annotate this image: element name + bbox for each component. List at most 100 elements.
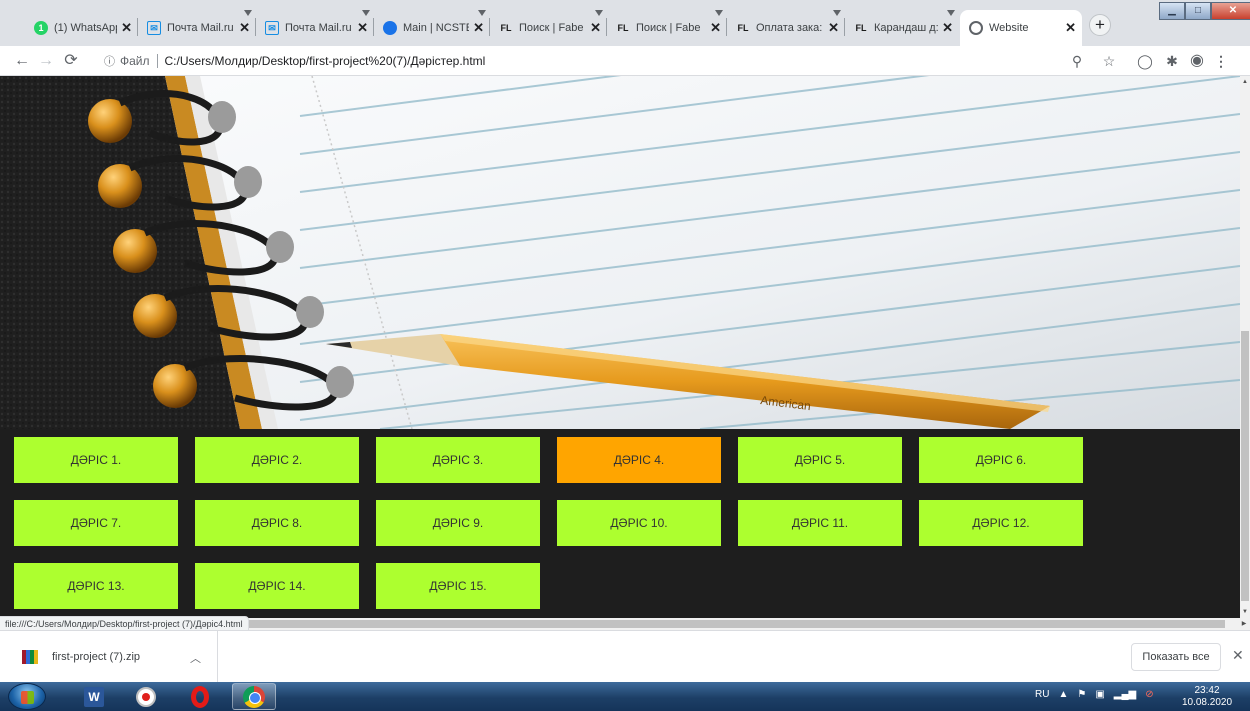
tab-mail-2[interactable]: ✉ Почта Mail.ru ✕ <box>256 10 374 46</box>
lesson-button-8[interactable]: ДӘРІС 8. <box>195 500 359 546</box>
tab-ncste[interactable]: Main | NCSTE ✕ <box>374 10 490 46</box>
download-shelf: first-project (7).zip ︿ Показать все ✕ <box>0 630 1250 683</box>
address-bar[interactable]: ⓘ Файл C:/Users/Молдир/Desktop/first-pro… <box>104 51 485 71</box>
scroll-up-arrow-icon[interactable]: ▲ <box>1240 76 1250 88</box>
profile-avatar-icon[interactable]: ◉ <box>1186 50 1208 72</box>
fl-icon: FL <box>855 23 867 33</box>
close-tab-icon[interactable]: ✕ <box>473 20 484 36</box>
language-indicator[interactable]: RU <box>1035 689 1049 700</box>
attention-indicator-icon <box>478 10 486 16</box>
tab-title: Карандаш д: <box>874 22 939 34</box>
vertical-scrollbar[interactable]: ▲ ▼ <box>1240 76 1250 618</box>
fl-icon: FL <box>737 23 749 33</box>
new-tab-button[interactable]: + <box>1089 14 1111 36</box>
notebook-pencil-illustration: American <box>0 76 1240 429</box>
maximize-window-icon[interactable]: □ <box>1185 2 1211 20</box>
tab-mail-1[interactable]: ✉ Почта Mail.ru ✕ <box>138 10 256 46</box>
lesson-button-4[interactable]: ДӘРІС 4. <box>557 437 721 483</box>
close-tab-icon[interactable]: ✕ <box>710 20 721 36</box>
clock-time: 23:42 <box>1194 685 1220 696</box>
menu-kebab-icon[interactable]: ⋮ <box>1210 50 1232 72</box>
tab-fabe-2[interactable]: FL Поиск | Fabe ✕ <box>607 10 727 46</box>
volume-muted-icon[interactable]: ⊘ <box>1145 689 1153 700</box>
back-arrow-icon[interactable]: ← <box>11 50 33 72</box>
reload-icon[interactable]: ⟳ <box>60 50 82 72</box>
close-window-icon[interactable]: ✕ <box>1211 2 1250 20</box>
record-icon <box>136 686 156 707</box>
taskbar-recorder[interactable] <box>124 683 168 710</box>
info-circle-icon[interactable]: ⓘ <box>104 53 115 69</box>
forward-arrow-icon[interactable]: → <box>35 50 57 72</box>
tab-fabe-1[interactable]: FL Поиск | Fabe ✕ <box>490 10 607 46</box>
close-tab-icon[interactable]: ✕ <box>828 20 839 36</box>
tab-payment[interactable]: FL Оплата зака: ✕ <box>727 10 845 46</box>
close-tab-icon[interactable]: ✕ <box>1065 20 1076 36</box>
download-item[interactable]: first-project (7).zip ︿ <box>0 631 218 683</box>
lesson-grid: ДӘРІС 1. ДӘРІС 2. ДӘРІС 3. ДӘРІС 4. ДӘРІ… <box>0 429 1240 618</box>
close-shelf-icon[interactable]: ✕ <box>1232 647 1244 664</box>
lesson-button-5[interactable]: ДӘРІС 5. <box>738 437 902 483</box>
lesson-button-6[interactable]: ДӘРІС 6. <box>919 437 1083 483</box>
lesson-button-2[interactable]: ДӘРІС 2. <box>195 437 359 483</box>
network-signal-icon[interactable]: ▂▄▆ <box>1114 689 1136 700</box>
chevron-up-icon[interactable]: ︿ <box>190 650 201 666</box>
attention-indicator-icon <box>833 10 841 16</box>
tab-strip: 1 (1) WhatsApp ✕ ✉ Почта Mail.ru ✕ ✉ Поч… <box>0 0 1250 46</box>
lesson-button-7[interactable]: ДӘРІС 7. <box>14 500 178 546</box>
tab-pencil[interactable]: FL Карандаш д: ✕ <box>845 10 959 46</box>
lesson-button-3[interactable]: ДӘРІС 3. <box>376 437 540 483</box>
extensions-puzzle-icon[interactable]: ✱ <box>1161 50 1183 72</box>
lesson-button-12[interactable]: ДӘРІС 12. <box>919 500 1083 546</box>
mail-icon: ✉ <box>265 21 279 35</box>
tab-title: Почта Mail.ru <box>167 22 234 34</box>
lesson-button-15[interactable]: ДӘРІС 15. <box>376 563 540 609</box>
whatsapp-icon: 1 <box>34 21 48 35</box>
fl-icon: FL <box>617 23 629 33</box>
extension-circle-icon[interactable]: ◯ <box>1134 50 1156 72</box>
close-tab-icon[interactable]: ✕ <box>121 20 132 36</box>
lesson-button-10[interactable]: ДӘРІС 10. <box>557 500 721 546</box>
action-center-flag-icon[interactable]: ⚑ <box>1077 689 1086 700</box>
device-icon[interactable]: ▣ <box>1095 689 1104 700</box>
page-viewport: American ДӘРІС 1. ДӘРІС 2. ДӘРІС 3. ДӘРІ… <box>0 76 1240 618</box>
scroll-right-arrow-icon[interactable]: ▶ <box>1238 618 1250 630</box>
url-text[interactable]: C:/Users/Молдир/Desktop/first-project%20… <box>165 54 486 68</box>
word-icon: W <box>84 686 104 707</box>
minimize-window-icon[interactable]: ▁ <box>1159 2 1185 20</box>
show-all-downloads-button[interactable]: Показать все <box>1131 643 1221 671</box>
tab-title: Оплата зака: <box>756 22 823 34</box>
tab-title: Поиск | Fabe <box>636 22 701 34</box>
lesson-button-11[interactable]: ДӘРІС 11. <box>738 500 902 546</box>
start-button[interactable] <box>8 683 46 710</box>
close-tab-icon[interactable]: ✕ <box>239 20 250 36</box>
taskbar-word[interactable]: W <box>72 683 116 710</box>
lesson-button-13[interactable]: ДӘРІС 13. <box>14 563 178 609</box>
tab-whatsapp[interactable]: 1 (1) WhatsApp ✕ <box>25 10 138 46</box>
scroll-down-arrow-icon[interactable]: ▼ <box>1240 606 1250 618</box>
close-tab-icon[interactable]: ✕ <box>590 20 601 36</box>
attention-indicator-icon <box>244 10 252 16</box>
close-tab-icon[interactable]: ✕ <box>357 20 368 36</box>
file-scheme-label: Файл <box>120 54 150 68</box>
tab-website[interactable]: Website ✕ <box>960 10 1082 46</box>
tab-title: Website <box>989 22 1029 34</box>
fl-icon: FL <box>500 23 512 33</box>
vertical-scroll-thumb[interactable] <box>1241 331 1249 601</box>
window-controls: ▁ □ ✕ <box>1159 2 1250 20</box>
tab-title: Почта Mail.ru <box>285 22 352 34</box>
mail-icon: ✉ <box>147 21 161 35</box>
bookmark-star-icon[interactable]: ☆ <box>1098 50 1120 72</box>
show-hidden-icons-icon[interactable]: ▲ <box>1058 689 1068 700</box>
lesson-button-9[interactable]: ДӘРІС 9. <box>376 500 540 546</box>
address-divider <box>156 54 158 68</box>
zoom-icon[interactable]: ⚲ <box>1066 50 1088 72</box>
system-clock[interactable]: 23:42 10.08.2020 <box>1178 685 1236 709</box>
tab-title: Поиск | Fabe <box>519 22 584 34</box>
taskbar-chrome[interactable] <box>232 683 276 710</box>
lesson-button-14[interactable]: ДӘРІС 14. <box>195 563 359 609</box>
download-file-name: first-project (7).zip <box>52 651 141 663</box>
taskbar-opera[interactable] <box>178 683 222 710</box>
tab-title: (1) WhatsApp <box>54 22 118 34</box>
lesson-button-1[interactable]: ДӘРІС 1. <box>14 437 178 483</box>
close-tab-icon[interactable]: ✕ <box>942 20 953 36</box>
